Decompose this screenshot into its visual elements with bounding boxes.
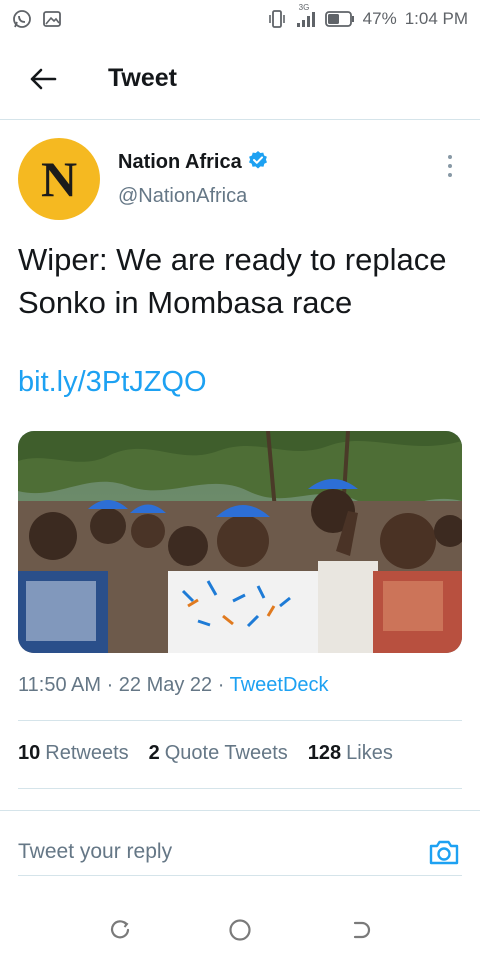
signal-icon: 3G (295, 3, 317, 29)
retweets-label: Retweets (45, 742, 129, 764)
tweet-timestamp: 11:50 AM · 22 May 22 · TweetDeck (18, 674, 329, 697)
camera-button[interactable] (426, 834, 462, 870)
author-handle[interactable]: @NationAfrica (118, 185, 268, 208)
home-circle-icon (229, 919, 251, 941)
system-nav-bar (0, 900, 480, 960)
author-name-line: Nation Africa (118, 150, 268, 175)
avatar-letter: N (40, 151, 78, 207)
divider (18, 788, 462, 789)
camera-icon (429, 840, 459, 864)
status-time: 1:04 PM (404, 9, 468, 28)
page-title: Tweet (108, 64, 177, 92)
retweets-count: 10 (18, 742, 41, 764)
arrow-left-icon (30, 68, 57, 89)
tweet-text: Wiper: We are ready to replace Sonko in … (18, 242, 447, 320)
tweet-link[interactable]: bit.ly/3PtJZQO (18, 366, 207, 399)
tweet-time-text: 11:50 AM · 22 May 22 · (18, 674, 230, 696)
quote-tweets-stat[interactable]: 2 Quote Tweets (149, 742, 288, 765)
retweets-stat[interactable]: 10 Retweets (18, 742, 129, 765)
quote-tweets-count: 2 (148, 742, 160, 764)
recents-button[interactable] (100, 910, 140, 950)
reply-input[interactable]: Tweet your reply (18, 840, 172, 864)
author-name[interactable]: Nation Africa (118, 151, 242, 174)
image-icon (42, 9, 62, 29)
status-bar: 3G 47% 1:04 PM (0, 0, 480, 38)
reply-box[interactable]: Tweet your reply (18, 828, 462, 876)
tweet-author: N Nation Africa @NationAfrica (18, 136, 462, 222)
network-type-label: 3G (298, 3, 310, 12)
tweet-source-link[interactable]: TweetDeck (230, 674, 329, 696)
tweet-stats: 10 Retweets 2 Quote Tweets 128 Likes (18, 742, 393, 765)
back-nav-icon (353, 921, 371, 939)
more-options-button[interactable] (438, 146, 462, 186)
section-divider (0, 810, 480, 811)
verified-badge-icon (248, 150, 268, 175)
recents-icon (110, 920, 130, 939)
whatsapp-icon (12, 9, 32, 29)
tweet-image[interactable] (18, 431, 462, 653)
avatar[interactable]: N (18, 138, 100, 220)
tweet-photo (18, 431, 462, 653)
back-button[interactable] (0, 38, 86, 120)
more-dot-icon (448, 164, 452, 168)
app-header: Tweet (0, 38, 480, 120)
home-button[interactable] (220, 910, 260, 950)
more-dot-icon (448, 173, 452, 177)
vibrate-icon (267, 9, 287, 29)
author-meta: Nation Africa @NationAfrica (118, 150, 268, 208)
quote-tweets-label: Quote Tweets (164, 742, 288, 764)
status-right: 3G 47% 1:04 PM (267, 3, 468, 29)
back-nav-button[interactable] (340, 910, 380, 950)
battery-percent: 47% (362, 9, 397, 28)
likes-label: Likes (346, 742, 393, 764)
likes-count: 128 (307, 742, 342, 764)
more-dot-icon (448, 155, 452, 159)
battery-icon (324, 10, 355, 28)
status-left (12, 9, 62, 29)
divider (18, 720, 462, 721)
likes-stat[interactable]: 128 Likes (308, 742, 393, 765)
